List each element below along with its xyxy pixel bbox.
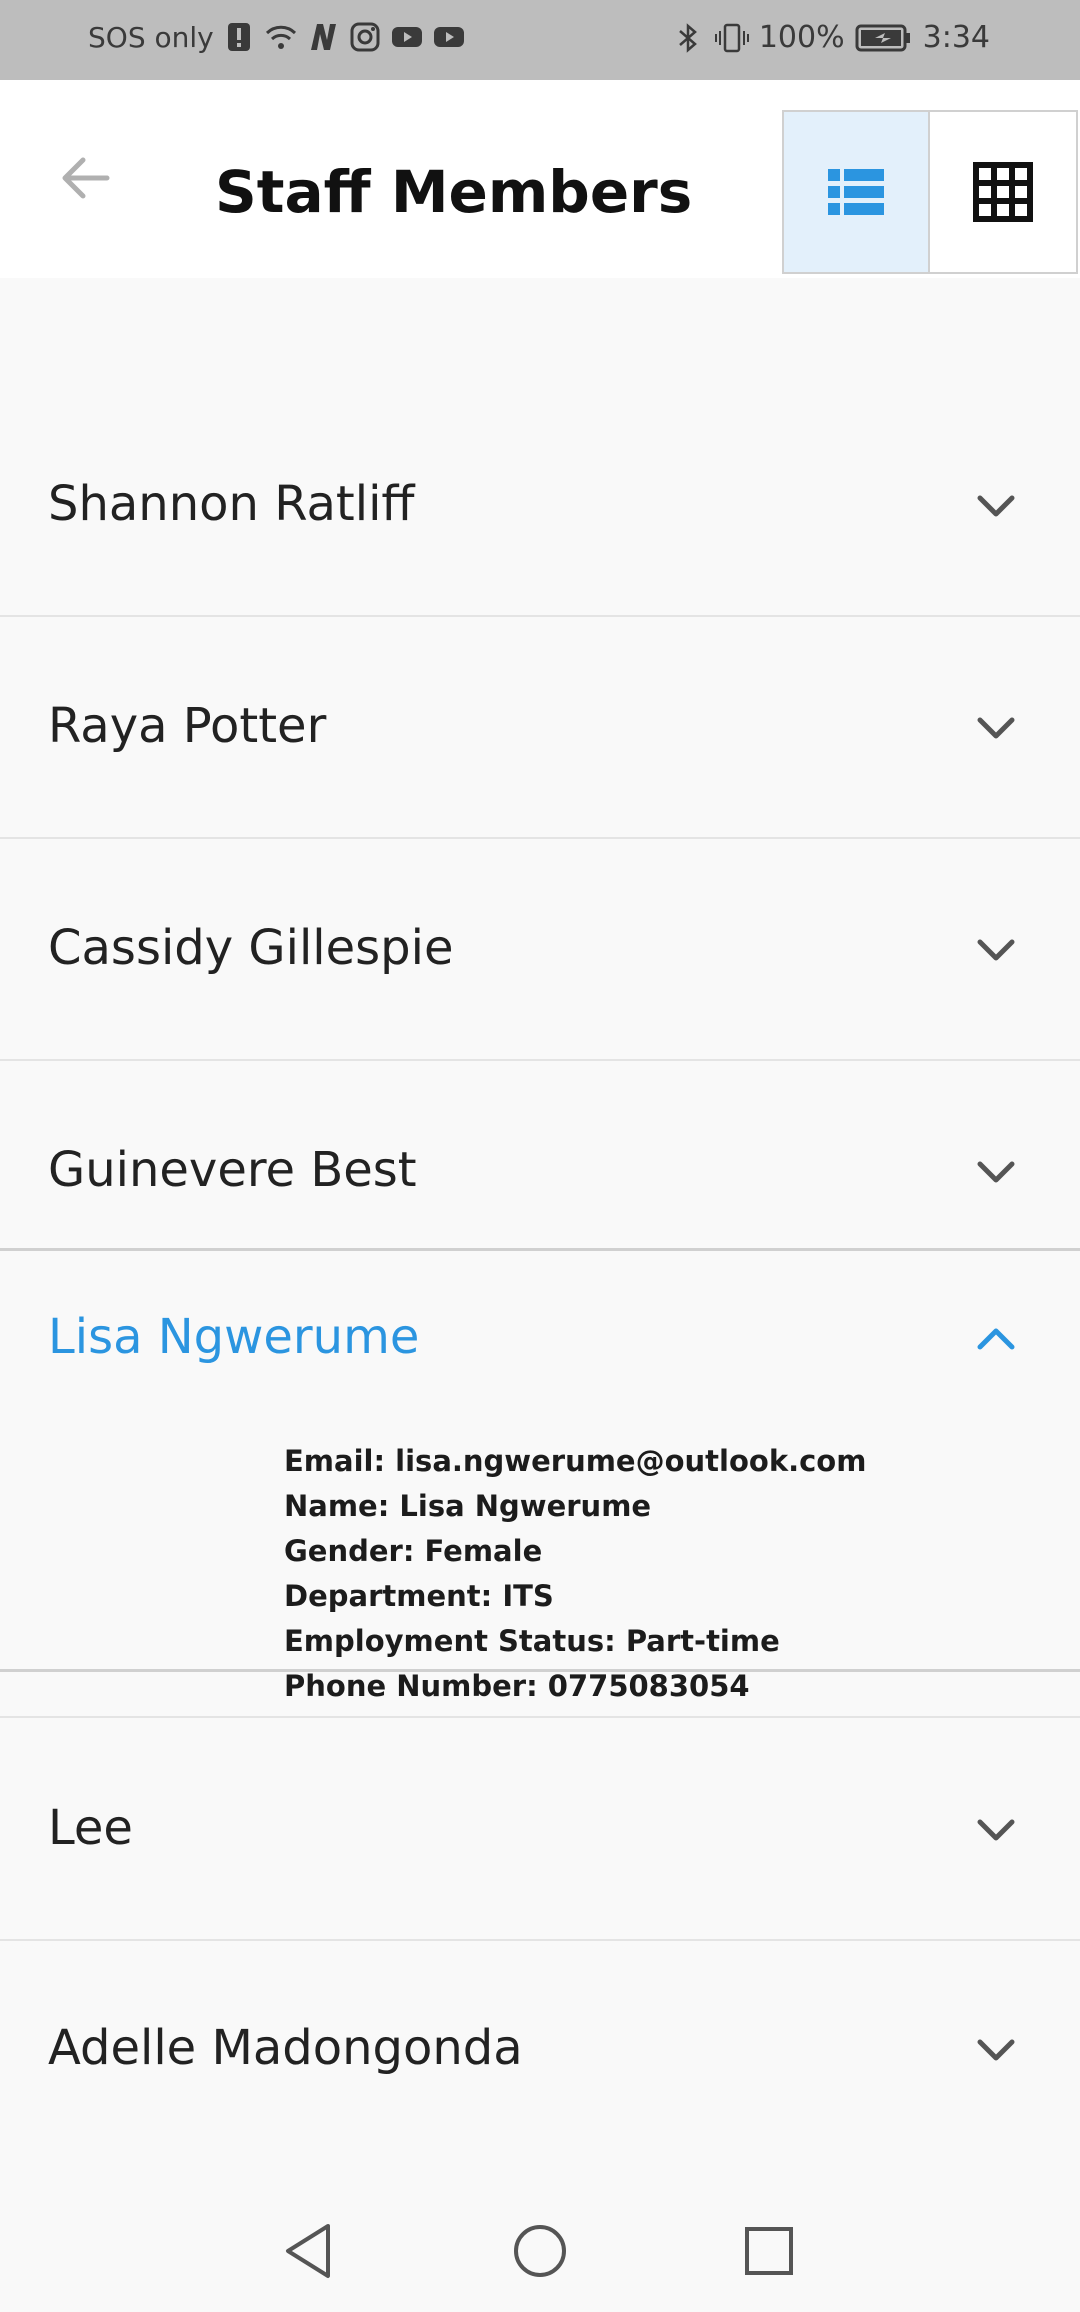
wifi-icon	[264, 20, 298, 54]
page-title: Staff Members	[215, 158, 693, 226]
staff-name: Adelle Madongonda	[48, 2020, 523, 2076]
list-item[interactable]: Raya Potter	[0, 616, 1080, 839]
battery-icon	[855, 21, 913, 55]
app-bar: Staff Members	[0, 80, 1080, 278]
grid-view-button[interactable]	[930, 110, 1078, 274]
battery-percent: 100%	[758, 20, 845, 55]
staff-name: Shannon Ratliff	[48, 476, 415, 532]
youtube-icon	[432, 20, 466, 54]
grid-view-icon	[973, 162, 1033, 222]
alert-icon	[222, 20, 256, 54]
list-item-expanded[interactable]: Lisa Ngwerume Email: lisa.ngwerume@outlo…	[0, 1248, 1080, 1703]
vibrate-icon	[714, 21, 749, 55]
detail-employment-status: Employment Status: Part-time	[284, 1624, 780, 1658]
chevron-down-icon	[977, 939, 1015, 961]
staff-name: Cassidy Gillespie	[48, 920, 454, 976]
detail-phone: Phone Number: 0775083054	[284, 1669, 750, 1703]
chevron-down-icon	[977, 495, 1015, 517]
nav-home-button[interactable]	[505, 2216, 575, 2286]
nav-back-button[interactable]	[274, 2216, 344, 2286]
status-bar: SOS only 100% 3:34	[0, 0, 1080, 80]
staff-name: Lee	[48, 1800, 133, 1856]
arrow-left-icon	[62, 157, 110, 199]
chevron-down-icon	[977, 717, 1015, 739]
carrier-text: SOS only	[88, 20, 214, 54]
clock: 3:34	[922, 20, 990, 55]
list-item[interactable]: Guinevere Best	[0, 1060, 1080, 1264]
detail-gender: Gender: Female	[284, 1534, 543, 1568]
list-item[interactable]: Cassidy Gillespie	[0, 838, 1080, 1061]
detail-department: Department: ITS	[284, 1579, 554, 1613]
staff-details: Email: lisa.ngwerume@outlook.com Name: L…	[284, 1439, 866, 1709]
view-toggle	[782, 110, 1080, 278]
list-view-icon	[828, 169, 884, 215]
system-nav-bar	[0, 2186, 1080, 2312]
list-item[interactable]: Shannon Ratliff	[0, 394, 1080, 617]
back-triangle-icon	[286, 2224, 330, 2278]
chevron-down-icon	[977, 1819, 1015, 1841]
list-view-button[interactable]	[782, 110, 930, 274]
staff-name: Lisa Ngwerume	[48, 1309, 420, 1365]
staff-name: Raya Potter	[48, 698, 327, 754]
nav-recents-button[interactable]	[734, 2216, 804, 2286]
list-item[interactable]: Adelle Madongonda	[0, 1938, 1080, 2159]
chevron-up-icon	[977, 1328, 1015, 1350]
bluetooth-icon	[671, 21, 705, 55]
home-circle-icon	[514, 2225, 566, 2277]
list-item[interactable]: Lee	[0, 1716, 1080, 1941]
detail-name: Name: Lisa Ngwerume	[284, 1489, 652, 1523]
chevron-down-icon	[977, 1161, 1015, 1183]
instagram-icon	[348, 20, 382, 54]
n-icon	[306, 20, 340, 54]
detail-email: Email: lisa.ngwerume@outlook.com	[284, 1444, 867, 1478]
youtube-icon	[390, 20, 424, 54]
recents-square-icon	[745, 2227, 793, 2275]
back-button[interactable]	[40, 128, 130, 228]
chevron-down-icon	[977, 2039, 1015, 2061]
